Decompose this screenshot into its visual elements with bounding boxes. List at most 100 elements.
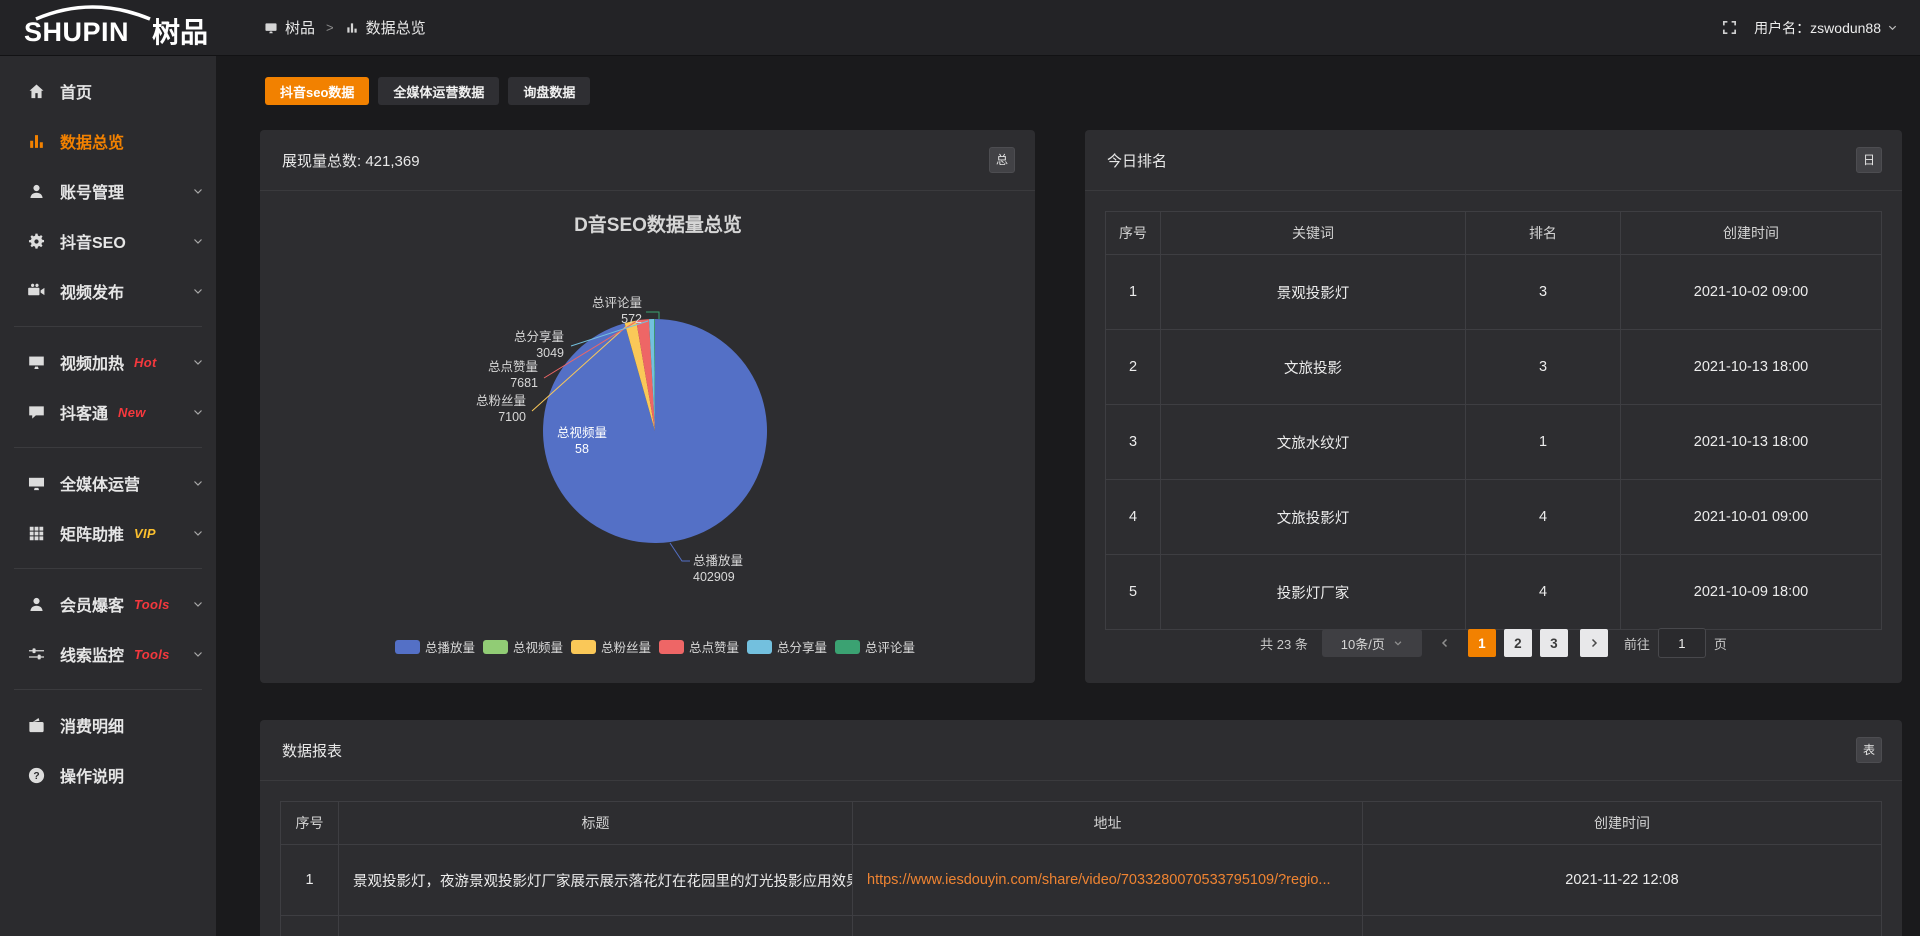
table-row: 3文旅水纹灯12021-10-13 18:00 xyxy=(1106,405,1882,480)
user-menu[interactable]: 用户名：zswodun88 xyxy=(1754,18,1898,38)
ranking-title: 今日排名 xyxy=(1107,150,1167,171)
chevron-down-icon xyxy=(192,235,204,247)
legend-label: 总点赞量 xyxy=(689,641,739,655)
cell: 2 xyxy=(1106,330,1161,405)
cell: https://www.iesdouyin.com/share/video/70… xyxy=(853,845,1363,916)
sidebar-item-视频发布[interactable]: 视频发布 xyxy=(0,266,216,316)
page-size-select[interactable]: 10条/页 xyxy=(1322,629,1422,657)
legend-swatch xyxy=(571,640,596,654)
page-button-1[interactable]: 1 xyxy=(1468,629,1496,657)
legend-swatch xyxy=(395,640,420,654)
wallet-icon xyxy=(26,715,46,735)
gear-icon xyxy=(27,232,46,251)
cell: 2021-10-09 18:00 xyxy=(1621,555,1882,630)
grid-icon xyxy=(27,524,46,543)
page-button-2[interactable]: 2 xyxy=(1504,629,1532,657)
slice-label: 总评论量 xyxy=(592,296,642,310)
column-header: 序号 xyxy=(1106,212,1161,255)
video-icon xyxy=(27,282,46,301)
cell: 2021-10-13 18:00 xyxy=(1621,330,1882,405)
sidebar-item-label: 消费明细 xyxy=(60,713,124,737)
sidebar-item-会员爆客[interactable]: 会员爆客Tools xyxy=(0,579,216,629)
sidebar-item-首页[interactable]: 首页 xyxy=(0,66,216,116)
next-page-button[interactable] xyxy=(1580,629,1608,657)
tab-全媒体运营数据[interactable]: 全媒体运营数据 xyxy=(378,77,499,105)
sidebar-item-账号管理[interactable]: 账号管理 xyxy=(0,166,216,216)
sidebar-divider xyxy=(14,447,202,448)
sidebar-item-全媒体运营[interactable]: 全媒体运营 xyxy=(0,458,216,508)
main-content: 抖音seo数据全媒体运营数据询盘数据 展现量总数: 421,369 总 D音SE… xyxy=(216,56,1920,936)
sidebar-item-线索监控[interactable]: 线索监控Tools xyxy=(0,629,216,679)
table-row: 4文旅投影灯42021-10-01 09:00 xyxy=(1106,480,1882,555)
breadcrumb-home[interactable]: 树品 xyxy=(264,17,315,38)
wallet-icon xyxy=(27,716,46,735)
report-title: 数据报表 xyxy=(282,740,342,761)
sidebar-item-抖客通[interactable]: 抖客通New xyxy=(0,387,216,437)
chevron-down-icon xyxy=(1393,638,1403,648)
sidebar-item-数据总览[interactable]: 数据总览 xyxy=(0,116,216,166)
cell: 2021-11-22 12:08 xyxy=(1363,845,1882,916)
breadcrumb-label: 数据总览 xyxy=(366,17,426,38)
breadcrumb-current[interactable]: 数据总览 xyxy=(345,17,426,38)
sidebar-item-操作说明[interactable]: ?操作说明 xyxy=(0,750,216,800)
goto-page: 前往 页 xyxy=(1624,628,1727,658)
sidebar-item-label: 数据总览 xyxy=(60,129,124,153)
sidebar-item-抖音SEO[interactable]: 抖音SEO xyxy=(0,216,216,266)
column-header: 地址 xyxy=(853,802,1363,845)
logo-text-cn: 树品 xyxy=(152,17,208,46)
prev-page-button[interactable] xyxy=(1434,629,1456,657)
column-header: 创建时间 xyxy=(1621,212,1882,255)
legend-label: 总视频量 xyxy=(513,640,563,655)
legend-item-总分享量[interactable]: 总分享量 xyxy=(747,640,827,655)
report-table: 序号标题地址创建时间 1景观投影灯，夜游景观投影灯厂家展示展示落花灯在花园里的灯… xyxy=(280,801,1882,936)
cell xyxy=(1363,916,1882,936)
legend-item-总评论量[interactable]: 总评论量 xyxy=(835,640,915,655)
day-toggle-button[interactable]: 日 xyxy=(1856,147,1882,173)
legend-swatch xyxy=(483,640,508,654)
table-row: 1景观投影灯32021-10-02 09:00 xyxy=(1106,255,1882,330)
slice-label: 7100 xyxy=(498,410,526,424)
cell: 4 xyxy=(1466,480,1621,555)
user-icon xyxy=(26,181,46,201)
cell: 4 xyxy=(1106,480,1161,555)
slice-label: 3049 xyxy=(536,346,564,360)
bar-chart-icon xyxy=(27,132,46,151)
report-panel-header: 数据报表 表 xyxy=(260,720,1902,781)
sidebar-item-label: 账号管理 xyxy=(60,179,124,203)
bar-chart-icon xyxy=(26,131,46,151)
table-toggle-button[interactable]: 表 xyxy=(1856,737,1882,763)
breadcrumb-separator: > xyxy=(326,20,334,35)
legend-item-总播放量[interactable]: 总播放量 xyxy=(395,640,475,655)
badge-VIP: VIP xyxy=(134,526,156,541)
chevron-down-icon xyxy=(1887,22,1898,33)
sidebar-item-消费明细[interactable]: 消费明细 xyxy=(0,700,216,750)
video-link[interactable]: https://www.iesdouyin.com/share/video/70… xyxy=(867,872,1331,888)
cell xyxy=(339,916,853,936)
goto-page-input[interactable] xyxy=(1658,628,1706,658)
table-header-row: 序号关键词排名创建时间 xyxy=(1106,212,1882,255)
data-tabs: 抖音seo数据全媒体运营数据询盘数据 xyxy=(265,77,590,105)
question-icon: ? xyxy=(26,765,46,785)
cell: 景观投影灯 xyxy=(1161,255,1466,330)
cell: 1 xyxy=(281,845,339,916)
label-line xyxy=(670,543,690,561)
tab-询盘数据[interactable]: 询盘数据 xyxy=(508,77,590,105)
tab-抖音seo数据[interactable]: 抖音seo数据 xyxy=(265,77,369,105)
cell xyxy=(281,916,339,936)
sidebar-divider xyxy=(14,326,202,327)
legend-item-总粉丝量[interactable]: 总粉丝量 xyxy=(571,640,651,655)
slice-label: 572 xyxy=(621,312,642,326)
home-icon xyxy=(27,82,46,101)
page-button-3[interactable]: 3 xyxy=(1540,629,1568,657)
legend-item-总点赞量[interactable]: 总点赞量 xyxy=(659,640,739,655)
video-icon xyxy=(26,281,46,301)
sidebar-item-视频加热[interactable]: 视频加热Hot xyxy=(0,337,216,387)
goto-label: 前往 xyxy=(1624,634,1650,653)
sidebar-item-矩阵助推[interactable]: 矩阵助推VIP xyxy=(0,508,216,558)
fullscreen-icon[interactable] xyxy=(1721,19,1738,36)
legend-item-总视频量[interactable]: 总视频量 xyxy=(483,640,563,655)
user-icon xyxy=(27,182,46,201)
user-label: 用户名：zswodun88 xyxy=(1754,18,1881,38)
breadcrumb-label: 树品 xyxy=(285,17,315,38)
total-toggle-button[interactable]: 总 xyxy=(989,147,1015,173)
